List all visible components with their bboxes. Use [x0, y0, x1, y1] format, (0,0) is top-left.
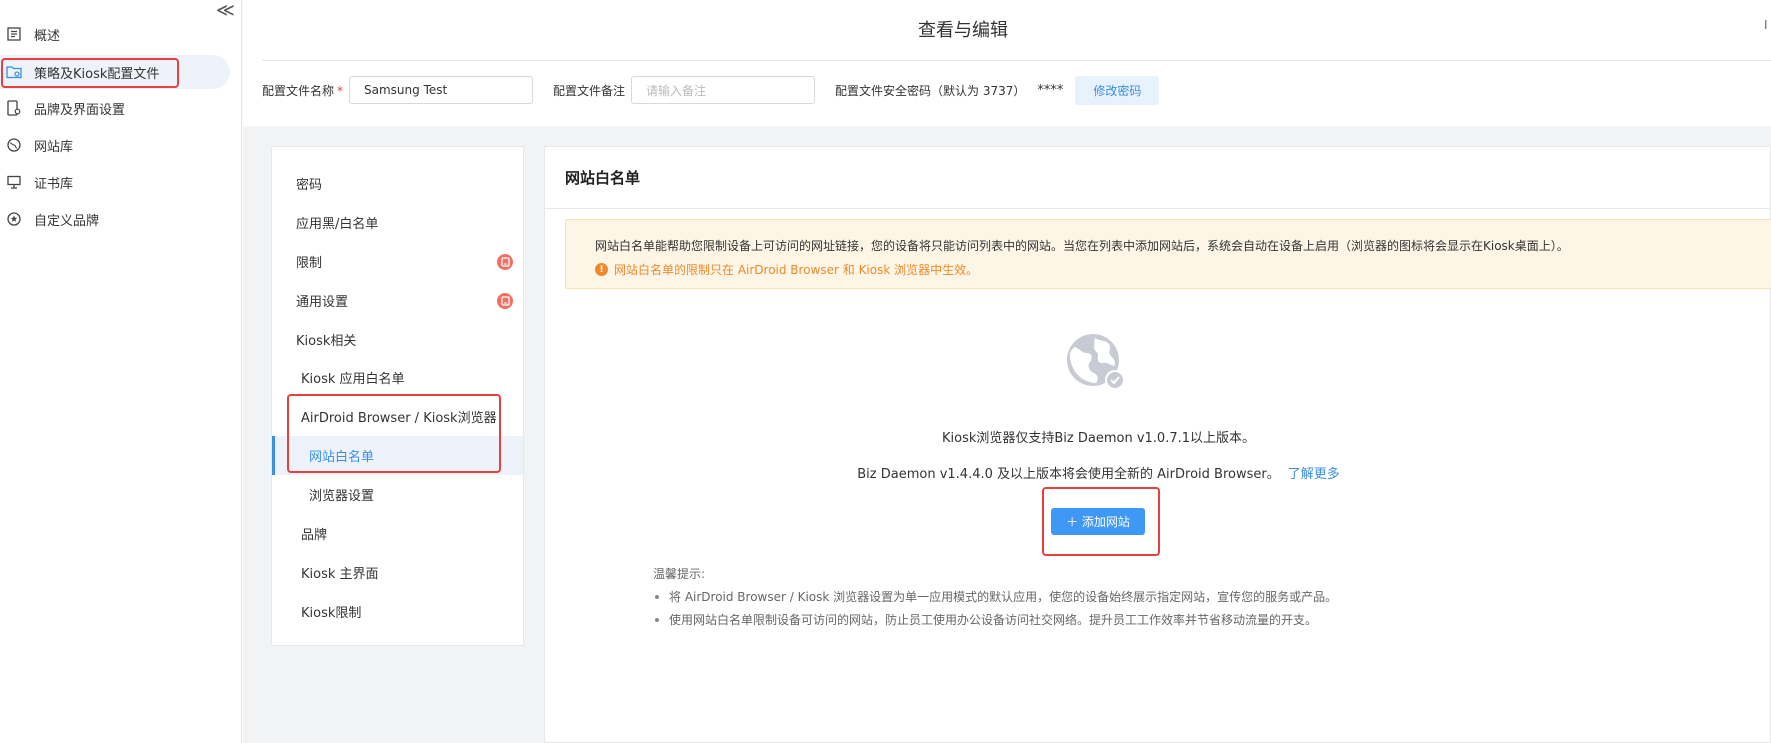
- sidebar-item-website-library[interactable]: 网站库: [0, 128, 73, 162]
- menu-item-label: 应用黑/白名单: [296, 217, 379, 232]
- sidebar: ≪ 概述 策略及Kiosk配置文件 品牌及界面设置 网站库 证书库 自定义品牌: [0, 0, 242, 743]
- notice-warning: ! 网站白名单的限制只在 AirDroid Browser 和 Kiosk 浏览…: [595, 261, 978, 278]
- menu-item-app-blacklist-whitelist[interactable]: 应用黑/白名单: [272, 203, 523, 242]
- profile-note-input[interactable]: 请输入备注: [631, 76, 816, 104]
- website-whitelist-panel: 网站白名单 网站白名单能帮助您限制设备上可访问的网址链接，您的设备将只能访问列表…: [544, 146, 1771, 743]
- menu-item-kiosk-home[interactable]: Kiosk 主界面: [272, 553, 523, 592]
- android-badge-icon: [497, 292, 513, 309]
- menu-item-kiosk-restrictions[interactable]: Kiosk限制: [272, 592, 523, 631]
- certificate-icon: [6, 174, 22, 190]
- learn-more-link[interactable]: 了解更多: [1288, 467, 1340, 482]
- menu-item-general-settings[interactable]: 通用设置: [272, 281, 523, 320]
- notice-text: 网站白名单能帮助您限制设备上可访问的网址链接，您的设备将只能访问列表中的网站。当…: [595, 239, 1569, 253]
- sidebar-item-label: 策略及Kiosk配置文件: [34, 66, 160, 82]
- sidebar-item-custom-brand[interactable]: 自定义品牌: [0, 202, 99, 236]
- bullet: [655, 617, 659, 622]
- menu-item-label: 品牌: [301, 528, 328, 543]
- menu-item-label: Kiosk相关: [296, 334, 357, 349]
- info-notice: 网站白名单能帮助您限制设备上可访问的网址链接，您的设备将只能访问列表中的网站。当…: [565, 219, 1771, 289]
- menu-item-label: Kiosk 主界面: [301, 567, 379, 582]
- menu-item-label: 密码: [296, 178, 323, 193]
- menu-item-airdroid-browser[interactable]: AirDroid Browser / Kiosk浏览器: [272, 397, 523, 436]
- sidebar-item-label: 证书库: [34, 176, 74, 192]
- menu-item-brand[interactable]: 品牌: [272, 514, 523, 553]
- menu-item-label: 通用设置: [296, 295, 349, 310]
- profile-name-label: 配置文件名称 *: [262, 83, 344, 98]
- menu-item-browser-settings[interactable]: 浏览器设置: [272, 475, 523, 514]
- support-version-text: Kiosk浏览器仅支持Biz Daemon v1.0.7.1以上版本。: [941, 431, 1256, 446]
- globe-check-icon: [1065, 333, 1125, 391]
- browser-version-line: Biz Daemon v1.4.4.0 及以上版本将会使用全新的 AirDroi…: [545, 463, 1652, 482]
- password-mask: ****: [1037, 82, 1064, 98]
- menu-item-label: 网站白名单: [309, 450, 375, 465]
- menu-item-kiosk-app-whitelist[interactable]: Kiosk 应用白名单: [272, 358, 523, 397]
- sidebar-item-certificate-library[interactable]: 证书库: [0, 165, 73, 199]
- panel-divider: [545, 208, 1770, 209]
- change-password-button[interactable]: 修改密码: [1075, 75, 1160, 105]
- profile-note-label: 配置文件备注: [553, 83, 626, 98]
- tip-text: 使用网站白名单限制设备可访问的网站，防止员工使用办公设备访问社交网络。提升员工工…: [669, 613, 1318, 627]
- menu-item-label: AirDroid Browser / Kiosk浏览器: [301, 411, 497, 426]
- sidebar-item-overview[interactable]: 概述: [0, 17, 60, 51]
- add-website-button[interactable]: ＋ 添加网站: [1051, 508, 1145, 535]
- tips-title: 温馨提示:: [653, 567, 706, 581]
- page-title: 查看与编辑: [918, 20, 1008, 41]
- settings-menu: 密码 应用黑/白名单 限制 通用设置 Kiosk相关 Kiosk 应用白名单 A…: [271, 146, 524, 646]
- sidebar-item-label: 品牌及界面设置: [34, 102, 126, 118]
- menu-item-restrictions[interactable]: 限制: [272, 242, 523, 281]
- menu-item-website-whitelist[interactable]: 网站白名单: [272, 436, 523, 475]
- security-password-label: 配置文件安全密码（默认为 3737）: [835, 83, 1026, 98]
- sidebar-item-label: 网站库: [34, 139, 74, 155]
- list-icon: [6, 26, 22, 42]
- top-right-mark: I: [1764, 18, 1768, 32]
- menu-item-password[interactable]: 密码: [272, 164, 523, 203]
- device-settings-icon: [6, 100, 22, 116]
- menu-item-label: 限制: [296, 256, 323, 271]
- tip-item: 使用网站白名单限制设备可访问的网站，防止员工使用办公设备访问社交网络。提升员工工…: [653, 611, 1337, 628]
- sidebar-item-policy-kiosk[interactable]: 策略及Kiosk配置文件: [0, 55, 230, 89]
- menu-item-label: 浏览器设置: [309, 489, 375, 504]
- sidebar-item-label: 自定义品牌: [34, 213, 100, 229]
- browser-version-text: Biz Daemon v1.4.4.0 及以上版本将会使用全新的 AirDroi…: [857, 467, 1280, 482]
- collapse-sidebar-icon[interactable]: ≪: [216, 0, 235, 21]
- folder-settings-icon: [6, 64, 22, 80]
- notice-warning-text: 网站白名单的限制只在 AirDroid Browser 和 Kiosk 浏览器中…: [614, 263, 979, 277]
- profile-name-input[interactable]: Samsung Test: [349, 76, 534, 104]
- sidebar-item-brand-ui[interactable]: 品牌及界面设置: [0, 91, 125, 125]
- tips-section: 温馨提示: 将 AirDroid Browser / Kiosk 浏览器设置为单…: [653, 565, 1337, 628]
- panel-title: 网站白名单: [565, 169, 641, 187]
- header-divider: [262, 60, 1771, 61]
- menu-item-label: Kiosk限制: [301, 606, 362, 621]
- tip-item: 将 AirDroid Browser / Kiosk 浏览器设置为单一应用模式的…: [653, 588, 1337, 605]
- sidebar-item-label: 概述: [34, 28, 61, 44]
- tip-text: 将 AirDroid Browser / Kiosk 浏览器设置为单一应用模式的…: [669, 590, 1338, 604]
- warning-icon: !: [595, 263, 608, 276]
- menu-group-kiosk[interactable]: Kiosk相关: [272, 320, 523, 359]
- bullet: [655, 594, 659, 599]
- star-icon: [6, 211, 22, 227]
- android-badge-icon: [497, 253, 513, 270]
- profile-form-row: 配置文件名称 * Samsung Test 配置文件备注 请输入备注 配置文件安全…: [262, 75, 1160, 105]
- menu-item-label: Kiosk 应用白名单: [301, 372, 405, 387]
- globe-icon: [6, 137, 22, 153]
